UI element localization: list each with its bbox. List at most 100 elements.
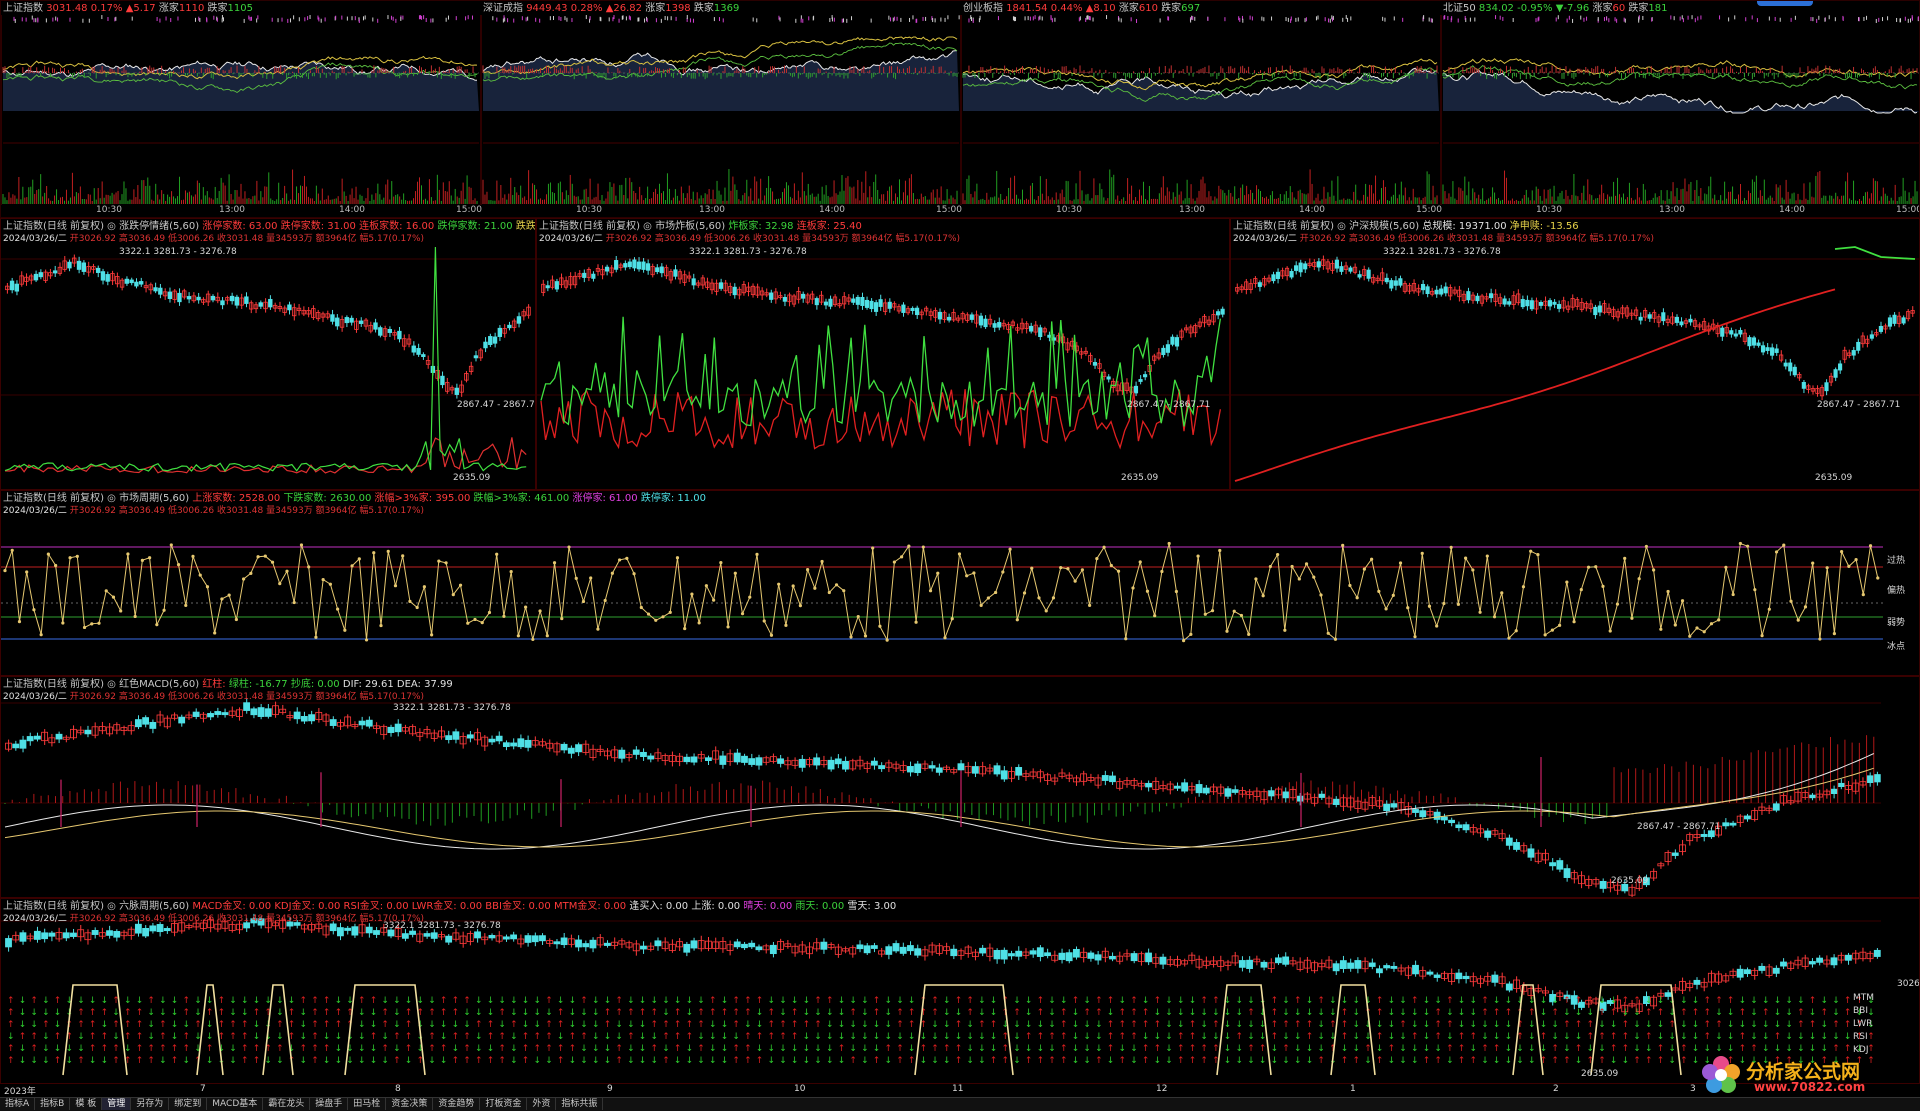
svg-text:↓: ↓ <box>19 1056 27 1066</box>
svg-text:↑: ↑ <box>311 996 319 1006</box>
low-label: 2635.09 <box>453 473 490 483</box>
toolbar-item-macd[interactable]: MACD基本 <box>207 1098 263 1110</box>
svg-text:↑: ↑ <box>253 1008 261 1018</box>
svg-text:↑: ↑ <box>7 1056 15 1066</box>
panel-header: 上证指数(日线 前复权) ◎ 红色MACD(5,60) 红柱: 绿柱: -16.… <box>3 678 453 691</box>
svg-text:↓: ↓ <box>124 996 132 1006</box>
index-quote-0[interactable]: 上证指数 3031.48 0.17% ▲5.17 涨家1110 跌家1105 <box>3 2 253 15</box>
svg-text:↑: ↑ <box>183 1044 191 1054</box>
svg-text:↓: ↓ <box>101 996 109 1006</box>
high-label: 3322.1 3281.73 - 3276.78 <box>119 247 237 257</box>
panel-market-broken[interactable]: 上证指数(日线 前复权) ◎ 市场炸板(5,60) 炸板家: 32.98 连板家… <box>536 218 1230 490</box>
svg-text:↑: ↑ <box>89 1044 97 1054</box>
svg-text:↑: ↑ <box>229 1020 237 1030</box>
svg-text:↑: ↑ <box>370 1032 378 1042</box>
svg-text:↑: ↑ <box>101 1044 109 1054</box>
svg-text:↑: ↑ <box>183 996 191 1006</box>
svg-text:↓: ↓ <box>66 1056 74 1066</box>
svg-text:↑: ↑ <box>147 1056 155 1066</box>
panel-header: 上证指数(日线 前复权) ◎ 沪深规模(5,60) 总规模: 19371.00 … <box>1233 220 1579 233</box>
svg-text:↑: ↑ <box>335 1008 343 1018</box>
toolbar-item-save-as[interactable]: 另存为 <box>131 1098 169 1110</box>
svg-text:↑: ↑ <box>54 1032 62 1042</box>
svg-text:↑: ↑ <box>77 1020 85 1030</box>
toolbar-item-indicator-b[interactable]: 指标B <box>35 1098 70 1110</box>
svg-text:↓: ↓ <box>159 996 167 1006</box>
panel-six-pulse[interactable]: ↑↑↑↓↑↑↓↓↓↑↓↓↑↓↓↑↑↓↓↓↑↓↓↓↑↓↓↑↓↑↓↓↑↑↓↓↓↑↑↓… <box>0 898 1920 1084</box>
toolbar-item-leader[interactable]: 霸在龙头 <box>263 1098 310 1110</box>
toolbar-item-fund-trend[interactable]: 资金趋势 <box>433 1098 480 1110</box>
svg-text:↓: ↓ <box>370 1020 378 1030</box>
svg-text:↑: ↑ <box>241 1032 249 1042</box>
svg-text:↓: ↓ <box>101 1020 109 1030</box>
svg-text:↓: ↓ <box>30 1056 38 1066</box>
svg-text:↓: ↓ <box>241 996 249 1006</box>
red-macd-chart <box>1 677 1920 898</box>
index-quote-3[interactable]: 北证50 834.02 -0.95% ▼-7.96 涨家60 跌家181 <box>1443 2 1667 15</box>
toolbar-item-board-fund[interactable]: 打板资金 <box>480 1098 527 1110</box>
time-tick: 15:00 <box>936 205 962 215</box>
level-label-hot: 过热 <box>1887 553 1905 566</box>
index-quote-1[interactable]: 深证成指 9449.43 0.28% ▲26.82 涨家1398 跌家1369 <box>483 2 739 15</box>
svg-text:↑: ↑ <box>124 1008 132 1018</box>
svg-text:↓: ↓ <box>206 1056 214 1066</box>
svg-text:↓: ↓ <box>77 1032 85 1042</box>
toolbar-item-resonance[interactable]: 指标共振 <box>556 1098 603 1110</box>
toolbar-item-template[interactable]: 模 板 <box>70 1098 102 1110</box>
panel-scale[interactable]: 上证指数(日线 前复权) ◎ 沪深规模(5,60) 总规模: 19371.00 … <box>1230 218 1920 490</box>
time-tick: 13:00 <box>1659 205 1685 215</box>
svg-text:↓: ↓ <box>288 996 296 1006</box>
svg-text:↓: ↓ <box>89 996 97 1006</box>
svg-text:↑: ↑ <box>89 1008 97 1018</box>
level-label-weak: 弱势 <box>1887 615 1905 628</box>
toolbar-item-tianma[interactable]: 田马栓 <box>348 1098 386 1110</box>
panel-header: 上证指数(日线 前复权) ◎ 涨跌停情绪(5,60) 涨停家数: 63.00 跌… <box>3 220 536 233</box>
ohlc-line: 2024/03/26/二 开3026.92 高3036.49 低3006.26 … <box>3 913 424 925</box>
limit-sentiment-chart <box>1 219 536 490</box>
index-quote-2[interactable]: 创业板指 1841.54 0.44% ▲8.10 涨家610 跌家697 <box>963 2 1200 15</box>
svg-text:↑: ↑ <box>112 1056 120 1066</box>
time-tick: 15:00 <box>1416 205 1442 215</box>
svg-text:↓: ↓ <box>335 1044 343 1054</box>
svg-text:↓: ↓ <box>358 1020 366 1030</box>
svg-text:↑: ↑ <box>323 1008 331 1018</box>
svg-text:↑: ↑ <box>136 1020 144 1030</box>
svg-text:↓: ↓ <box>393 996 401 1006</box>
svg-text:↑: ↑ <box>124 1020 132 1030</box>
svg-text:↑: ↑ <box>218 1020 226 1030</box>
high-label: 3322.1 3281.73 - 3276.78 <box>393 703 511 713</box>
toolbar-item-fund-decision[interactable]: 资金决策 <box>386 1098 433 1110</box>
level-label-cold: 冰点 <box>1887 639 1905 652</box>
svg-text:↑: ↑ <box>124 1032 132 1042</box>
svg-text:↑: ↑ <box>381 1020 389 1030</box>
svg-text:↓: ↓ <box>381 996 389 1006</box>
svg-text:↑: ↑ <box>112 1020 120 1030</box>
time-tick: 13:00 <box>219 205 245 215</box>
svg-text:↓: ↓ <box>276 1056 284 1066</box>
intraday-chart <box>1 1 1920 218</box>
toolbar-item-indicator-a[interactable]: 指标A <box>0 1098 35 1110</box>
svg-text:↓: ↓ <box>405 996 413 1006</box>
ohlc-line: 2024/03/26/二 开3026.92 高3036.49 低3006.26 … <box>539 233 960 245</box>
svg-text:↓: ↓ <box>171 1032 179 1042</box>
toolbar-item-manage[interactable]: 管理 <box>102 1098 131 1110</box>
panel-red-macd[interactable]: 上证指数(日线 前复权) ◎ 红色MACD(5,60) 红柱: 绿柱: -16.… <box>0 676 1920 898</box>
svg-text:↓: ↓ <box>136 996 144 1006</box>
svg-text:↑: ↑ <box>311 1020 319 1030</box>
svg-text:↓: ↓ <box>381 1032 389 1042</box>
svg-text:↓: ↓ <box>229 1008 237 1018</box>
svg-text:↑: ↑ <box>335 1020 343 1030</box>
indicator-toolbar: 指标A指标B模 板管理另存为绑定到MACD基本霸在龙头操盘手田马栓资金决策资金趋… <box>0 1097 1920 1111</box>
low-label: 2635.09 <box>1611 876 1648 886</box>
window-control[interactable] <box>1757 1 1813 6</box>
svg-text:↓: ↓ <box>300 1056 308 1066</box>
toolbar-item-trader[interactable]: 操盘手 <box>310 1098 348 1110</box>
svg-text:↓: ↓ <box>101 1056 109 1066</box>
logo-url: www.70822.com <box>1754 1080 1865 1094</box>
panel-market-cycle[interactable]: 上证指数(日线 前复权) ◎ 市场周期(5,60) 上涨家数: 2528.00 … <box>0 490 1920 676</box>
toolbar-item-bind[interactable]: 绑定到 <box>169 1098 207 1110</box>
svg-text:↓: ↓ <box>218 1044 226 1054</box>
svg-text:↑: ↑ <box>229 1032 237 1042</box>
toolbar-item-foreign[interactable]: 外资 <box>527 1098 556 1110</box>
panel-limit-sentiment[interactable]: 上证指数(日线 前复权) ◎ 涨跌停情绪(5,60) 涨停家数: 63.00 跌… <box>0 218 536 490</box>
